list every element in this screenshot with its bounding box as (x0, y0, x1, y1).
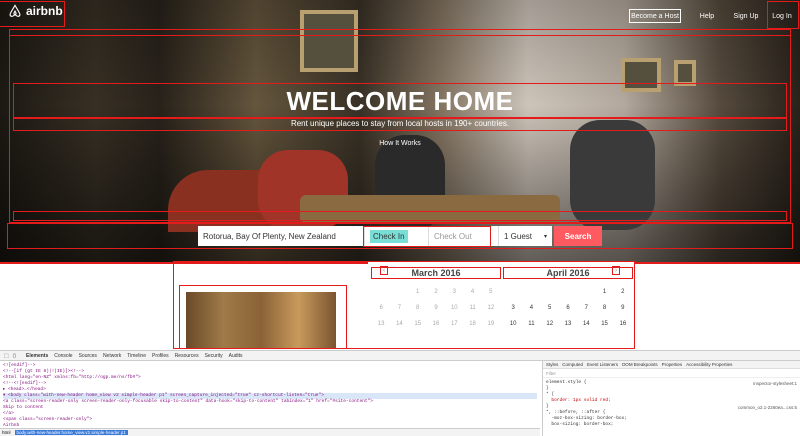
calendar-day (372, 284, 390, 300)
calendar-day[interactable]: 10 (445, 300, 463, 316)
devtools-tab[interactable]: Security (205, 353, 223, 359)
styles-tab[interactable]: DOM Breakpoints (622, 362, 658, 367)
calendar-day[interactable]: 12 (482, 300, 500, 316)
calendar-day[interactable]: 5 (541, 300, 559, 316)
devtools-tab[interactable]: Audits (229, 353, 243, 359)
calendar-day[interactable]: 16 (427, 316, 445, 332)
calendar-day[interactable]: 15 (409, 316, 427, 332)
calendar-day[interactable]: 6 (559, 300, 577, 316)
calendar-day[interactable]: 15 (595, 316, 613, 332)
day-grid: 1 2 3 4 5 6 7 8 9 10 11 12 13 14 15 16 (504, 284, 632, 332)
debug-outline (9, 29, 791, 36)
calendar-day[interactable]: 16 (614, 316, 632, 332)
filter-placeholder: Filter (546, 370, 556, 376)
month-april: › April 2016 1 2 3 4 5 6 7 8 9 10 11 12 13 14 15 16 (503, 262, 633, 348)
calendar-day[interactable]: 19 (482, 316, 500, 332)
debug-outline (363, 226, 491, 247)
calendar-day[interactable]: 17 (445, 316, 463, 332)
day-grid: 1 2 3 4 5 6 7 8 9 10 11 12 13 14 15 16 17 18 19 (372, 284, 500, 332)
calendar-day[interactable]: 3 (445, 284, 463, 300)
devtools-tab[interactable]: Resources (175, 353, 199, 359)
inspect-icon[interactable]: ⬚ (4, 353, 9, 359)
debug-outline (13, 83, 787, 119)
calendar-day (577, 284, 595, 300)
devtools-panel: ⬚ ▯ Elements Console Sources Network Timelin… (0, 350, 800, 436)
calendar-day[interactable]: 2 (614, 284, 632, 300)
calendar-day[interactable]: 13 (372, 316, 390, 332)
devtools-tab[interactable]: Sources (79, 353, 97, 359)
calendar-day[interactable]: 14 (577, 316, 595, 332)
debug-outline (0, 1, 65, 27)
calendar-day[interactable]: 5 (482, 284, 500, 300)
calendar-day[interactable]: 9 (427, 300, 445, 316)
styles-tab[interactable]: Properties (662, 362, 683, 367)
calendar-day (541, 284, 559, 300)
style-line: box-sizing: border-box; (546, 422, 614, 427)
devtools-tab[interactable]: Console (54, 353, 72, 359)
styles-tab[interactable]: Styles (546, 362, 558, 367)
stylesheet-link[interactable]: inspector-stylesheet:1 (753, 381, 797, 386)
styles-tabs: Styles Computed Event Listeners DOM Breakpo… (543, 361, 800, 369)
device-icon[interactable]: ▯ (13, 353, 16, 359)
devtools-tab[interactable]: Profiles (152, 353, 169, 359)
calendar-day[interactable]: 7 (577, 300, 595, 316)
calendar-day[interactable]: 7 (390, 300, 408, 316)
styles-tab[interactable]: Computed (562, 362, 583, 367)
stylesheet-link[interactable]: common_o2.1-2260ea...css:5 (738, 405, 797, 410)
calendar-day (522, 284, 540, 300)
month-title: April 2016 (503, 267, 633, 279)
devtools-tab[interactable]: Timeline (127, 353, 146, 359)
calendar-day (559, 284, 577, 300)
calendar-day[interactable]: 12 (541, 316, 559, 332)
calendar-day[interactable]: 8 (409, 300, 427, 316)
calendar-day[interactable]: 18 (463, 316, 481, 332)
debug-outline (13, 117, 787, 131)
dom-line[interactable]: Airbnb (3, 423, 537, 427)
crumb-html[interactable]: html (2, 430, 11, 435)
calendar-day[interactable]: 11 (463, 300, 481, 316)
calendar-day[interactable]: 6 (372, 300, 390, 316)
crumb-body[interactable]: body.with-new-header.home_view.v2.simple… (14, 430, 128, 435)
month-title: March 2016 (371, 267, 501, 279)
calendar-day[interactable]: 11 (522, 316, 540, 332)
month-march: ‹ March 2016 1 2 3 4 5 6 7 8 9 10 11 12 13 14 15 16 17 18… (371, 262, 501, 348)
debug-outline (13, 211, 787, 221)
calendar-day[interactable]: 10 (504, 316, 522, 332)
calendar-day[interactable]: 14 (390, 316, 408, 332)
date-picker: ‹ March 2016 1 2 3 4 5 6 7 8 9 10 11 12 13 14 15 16 17 18… (368, 262, 634, 348)
devtools-tab[interactable]: Network (103, 353, 121, 359)
styles-filter[interactable]: Filter (543, 369, 800, 378)
calendar-day[interactable]: 2 (427, 284, 445, 300)
calendar-day[interactable]: 9 (614, 300, 632, 316)
calendar-day[interactable]: 1 (595, 284, 613, 300)
dom-tree[interactable]: <![endif]--> <!--[if (gt IE 8)|!(IE)]><!-… (0, 361, 540, 427)
calendar-day[interactable]: 8 (595, 300, 613, 316)
calendar-day[interactable]: 3 (504, 300, 522, 316)
listing-photo[interactable] (186, 292, 336, 348)
calendar-day[interactable]: 1 (409, 284, 427, 300)
calendar-day (504, 284, 522, 300)
styles-tab[interactable]: Accessibility Properties (686, 362, 732, 367)
calendar-day (390, 284, 408, 300)
calendar-day[interactable]: 4 (522, 300, 540, 316)
styles-pane: Styles Computed Event Listeners DOM Breakpo… (542, 361, 800, 436)
debug-outline (767, 1, 799, 29)
calendar-day[interactable]: 4 (463, 284, 481, 300)
devtools-tabs: ⬚ ▯ Elements Console Sources Network Timelin… (0, 351, 800, 361)
styles-tab[interactable]: Event Listeners (587, 362, 618, 367)
calendar-day[interactable]: 13 (559, 316, 577, 332)
devtools-tab[interactable]: Elements (26, 353, 48, 359)
